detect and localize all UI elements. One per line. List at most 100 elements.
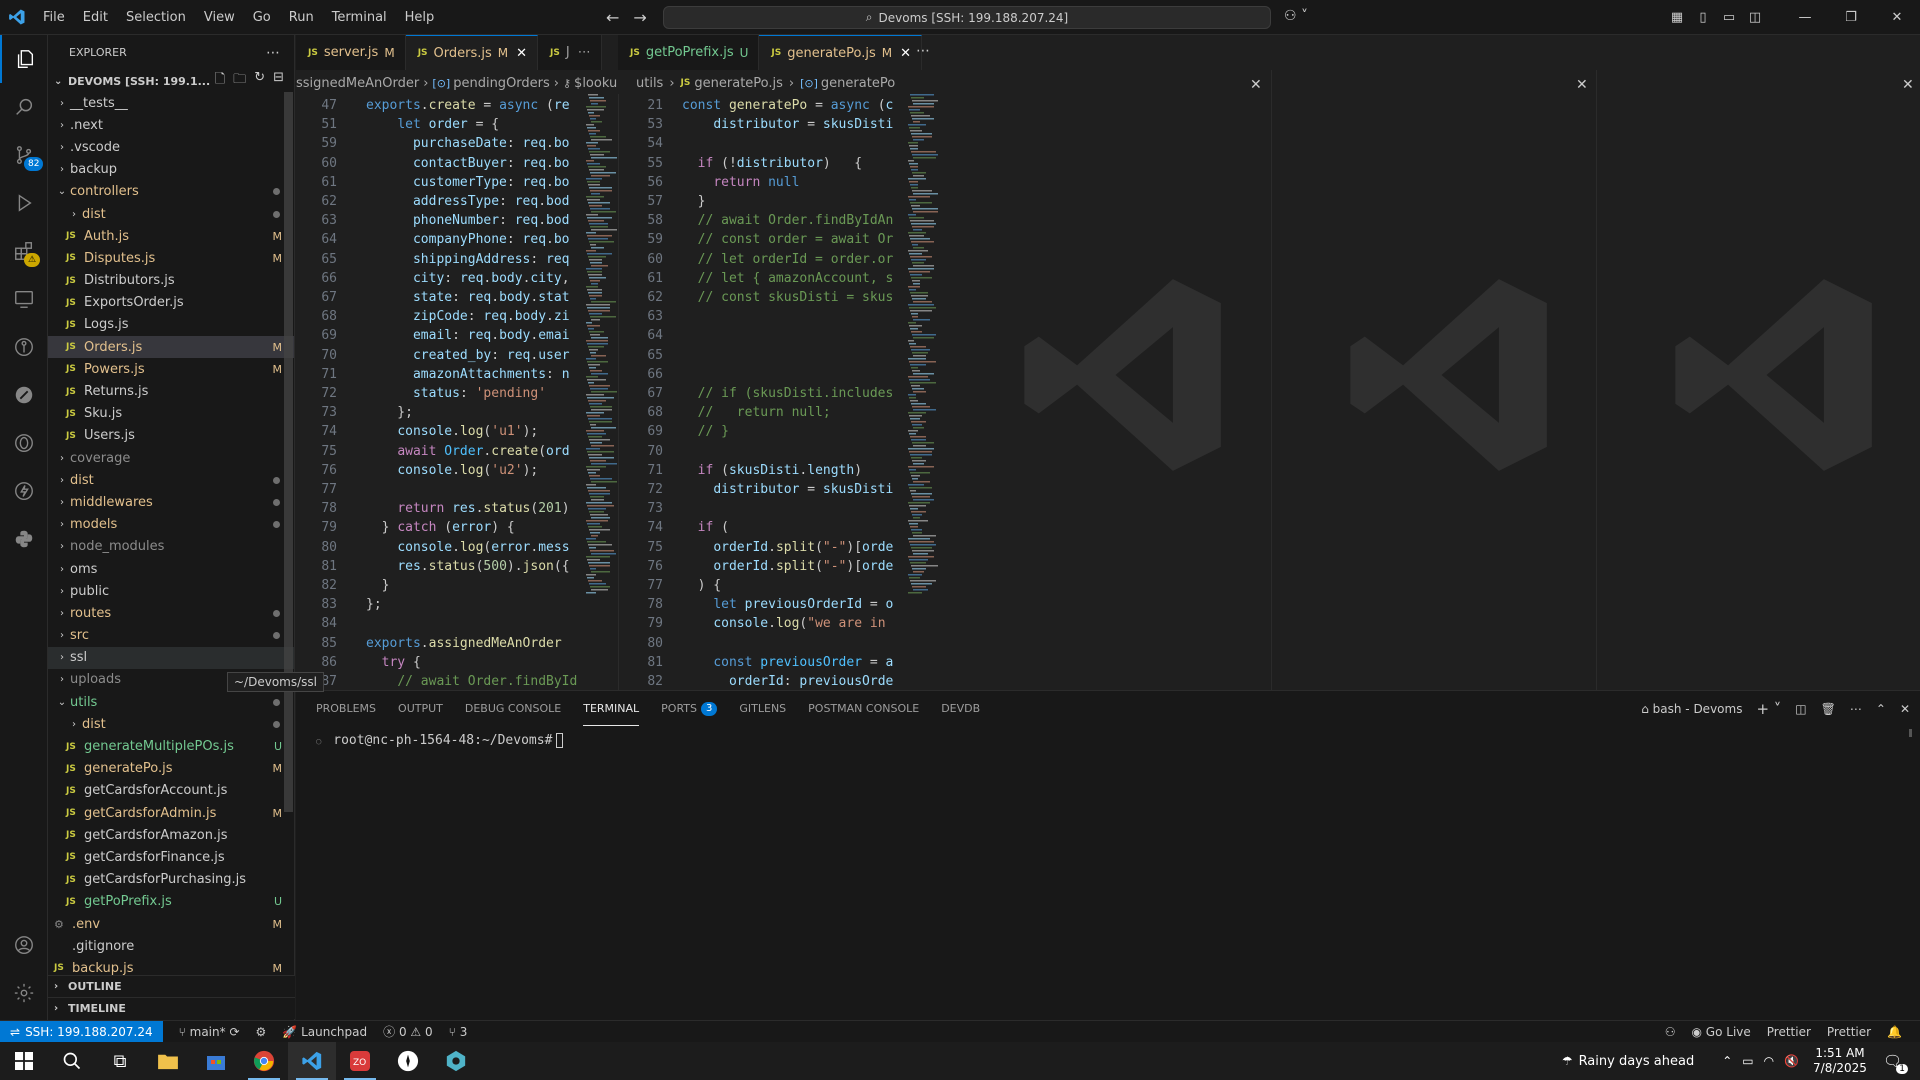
- prettier-status[interactable]: Prettier: [1827, 1025, 1871, 1039]
- source-control-icon[interactable]: 82: [0, 131, 48, 179]
- tree-folder[interactable]: › __tests__: [48, 92, 294, 114]
- tree-folder[interactable]: › .vscode: [48, 136, 294, 158]
- gitlens-icon[interactable]: [0, 323, 48, 371]
- tree-file[interactable]: JS getCardsforAccount.js: [48, 780, 294, 802]
- tree-folder[interactable]: › oms: [48, 558, 294, 580]
- tree-file[interactable]: JS Returns.js: [48, 380, 294, 402]
- tree-folder[interactable]: ⌄ utils: [48, 691, 294, 713]
- tree-file[interactable]: JS Disputes.js M: [48, 247, 294, 269]
- tree-folder[interactable]: › src: [48, 625, 294, 647]
- more-actions-icon[interactable]: ⋯: [266, 45, 280, 61]
- tree-folder[interactable]: › ssl: [48, 646, 294, 669]
- close-group-icon[interactable]: ✕: [1902, 77, 1914, 93]
- tree-file[interactable]: JS Distributors.js: [48, 270, 294, 292]
- close-group-icon[interactable]: ✕: [1250, 77, 1262, 93]
- menu-item-selection[interactable]: Selection: [117, 0, 195, 35]
- tree-file[interactable]: JS ExportsOrder.js: [48, 292, 294, 314]
- panel-toggle-icon[interactable]: ▭: [1716, 10, 1742, 25]
- notification-icon[interactable]: 🗨 1: [1883, 1052, 1908, 1074]
- app-icon[interactable]: [384, 1042, 432, 1080]
- panel-tab-gitlens[interactable]: GITLENS: [739, 691, 786, 726]
- forward-arrow-icon[interactable]: →: [633, 8, 646, 27]
- tree-folder[interactable]: ⌄ controllers: [48, 181, 294, 203]
- account-icon[interactable]: [0, 921, 48, 969]
- remote-explorer-icon[interactable]: [0, 275, 48, 323]
- sidebar-scrollbar[interactable]: [284, 92, 293, 812]
- zoho-icon[interactable]: ZO: [336, 1042, 384, 1080]
- tree-folder[interactable]: › coverage: [48, 447, 294, 469]
- debug-icon[interactable]: ⚙: [256, 1025, 267, 1039]
- settings-gear-icon[interactable]: [0, 969, 48, 1017]
- chrome-icon[interactable]: [240, 1042, 288, 1080]
- menu-item-file[interactable]: File: [34, 0, 74, 35]
- tree-file[interactable]: JS Powers.js M: [48, 358, 294, 380]
- editor-tab[interactable]: JS getPoPrefix.js U: [618, 35, 760, 70]
- close-tab-icon[interactable]: ✕: [900, 46, 911, 61]
- vscode-taskbar-icon[interactable]: [288, 1042, 336, 1080]
- copilot-status-icon[interactable]: ⚇: [1665, 1025, 1676, 1039]
- code-pane-1[interactable]: 47 exports.create = async (re 51 let order…: [296, 94, 582, 690]
- tree-file[interactable]: JS getCardsforFinance.js: [48, 846, 294, 868]
- prettier-status[interactable]: Prettier: [1767, 1025, 1811, 1039]
- tree-file[interactable]: .gitignore: [48, 935, 294, 957]
- minimize-icon[interactable]: —: [1782, 10, 1828, 25]
- outline-section[interactable]: › OUTLINE: [48, 975, 295, 997]
- tree-folder[interactable]: › dist: [48, 713, 294, 735]
- panel-tab-debug-console[interactable]: DEBUG CONSOLE: [465, 691, 561, 726]
- launchpad[interactable]: 🚀 Launchpad: [282, 1025, 367, 1039]
- refresh-icon[interactable]: ↻: [254, 70, 265, 92]
- back-arrow-icon[interactable]: ←: [606, 8, 619, 27]
- editor-tab[interactable]: JS J ⋯: [538, 35, 602, 70]
- pane-divider[interactable]: [618, 94, 619, 690]
- new-folder-icon[interactable]: 🗀: [233, 70, 246, 92]
- tree-folder[interactable]: › dist: [48, 469, 294, 491]
- more-tabs-icon[interactable]: ⋯: [916, 43, 930, 59]
- store-icon[interactable]: [192, 1042, 240, 1080]
- extensions-icon[interactable]: ⚠: [0, 227, 48, 275]
- tree-file[interactable]: JS Orders.js M: [48, 336, 294, 359]
- terminal-shell[interactable]: ⌂ bash - Devoms: [1641, 702, 1742, 716]
- panel-tab-postman-console[interactable]: POSTMAN CONSOLE: [808, 691, 919, 726]
- tree-folder[interactable]: › models: [48, 514, 294, 536]
- explorer-icon[interactable]: [0, 35, 48, 83]
- tree-folder[interactable]: › dist: [48, 203, 294, 225]
- pane-divider[interactable]: [1271, 70, 1272, 690]
- tab-overflow-icon[interactable]: ⋯: [578, 45, 591, 60]
- breadcrumb-item[interactable]: generatePo: [821, 76, 895, 91]
- problems-indicator[interactable]: ⓧ 0 ⚠ 0: [383, 1023, 433, 1040]
- close-panel-icon[interactable]: ✕: [1900, 702, 1910, 716]
- timeline-section[interactable]: › TIMELINE: [48, 997, 295, 1019]
- app-icon[interactable]: [432, 1042, 480, 1080]
- python-icon[interactable]: [0, 515, 48, 563]
- tree-file[interactable]: JS Logs.js: [48, 314, 294, 336]
- menu-item-terminal[interactable]: Terminal: [323, 0, 396, 35]
- new-terminal-icon[interactable]: + ˅: [1756, 700, 1781, 718]
- close-tab-icon[interactable]: ✕: [516, 46, 527, 61]
- trash-icon[interactable]: 🗑: [1821, 702, 1836, 716]
- wifi-icon[interactable]: ◠: [1764, 1054, 1774, 1068]
- editor-tab[interactable]: JS generatePo.js M ✕: [759, 35, 923, 70]
- collapse-all-icon[interactable]: ⊟: [273, 70, 284, 92]
- bell-icon[interactable]: 🔔: [1887, 1025, 1902, 1039]
- thunder-client-icon[interactable]: [0, 467, 48, 515]
- layout-icon[interactable]: ▦: [1664, 10, 1690, 25]
- windows-start-icon[interactable]: [0, 1042, 48, 1080]
- maximize-panel-icon[interactable]: ⌃: [1876, 702, 1886, 716]
- tree-folder[interactable]: › .next: [48, 114, 294, 136]
- weather-text[interactable]: Rainy days ahead: [1579, 1054, 1695, 1069]
- menu-item-edit[interactable]: Edit: [74, 0, 117, 35]
- menu-item-run[interactable]: Run: [280, 0, 323, 35]
- tree-file[interactable]: JS getPoPrefix.js U: [48, 891, 294, 913]
- ports-indicator[interactable]: ⑂ 3: [449, 1025, 468, 1039]
- terminal-scrollbar[interactable]: [1909, 729, 1912, 737]
- git-branch[interactable]: ⑂ main* ⟳: [179, 1025, 240, 1039]
- panel-tab-devdb[interactable]: DEVDB: [941, 691, 980, 726]
- copilot-icon[interactable]: ⚇ ˅: [1284, 8, 1308, 24]
- breadcrumb-item[interactable]: utils: [636, 76, 663, 91]
- tree-folder[interactable]: › routes: [48, 602, 294, 624]
- menu-item-help[interactable]: Help: [396, 0, 444, 35]
- tree-file[interactable]: JS generateMultiplePOs.js U: [48, 735, 294, 757]
- tree-file[interactable]: JS getCardsforAdmin.js M: [48, 802, 294, 824]
- remote-indicator[interactable]: ⇌ SSH: 199.188.207.24: [0, 1020, 163, 1043]
- more-actions-icon[interactable]: ⋯: [1850, 702, 1862, 716]
